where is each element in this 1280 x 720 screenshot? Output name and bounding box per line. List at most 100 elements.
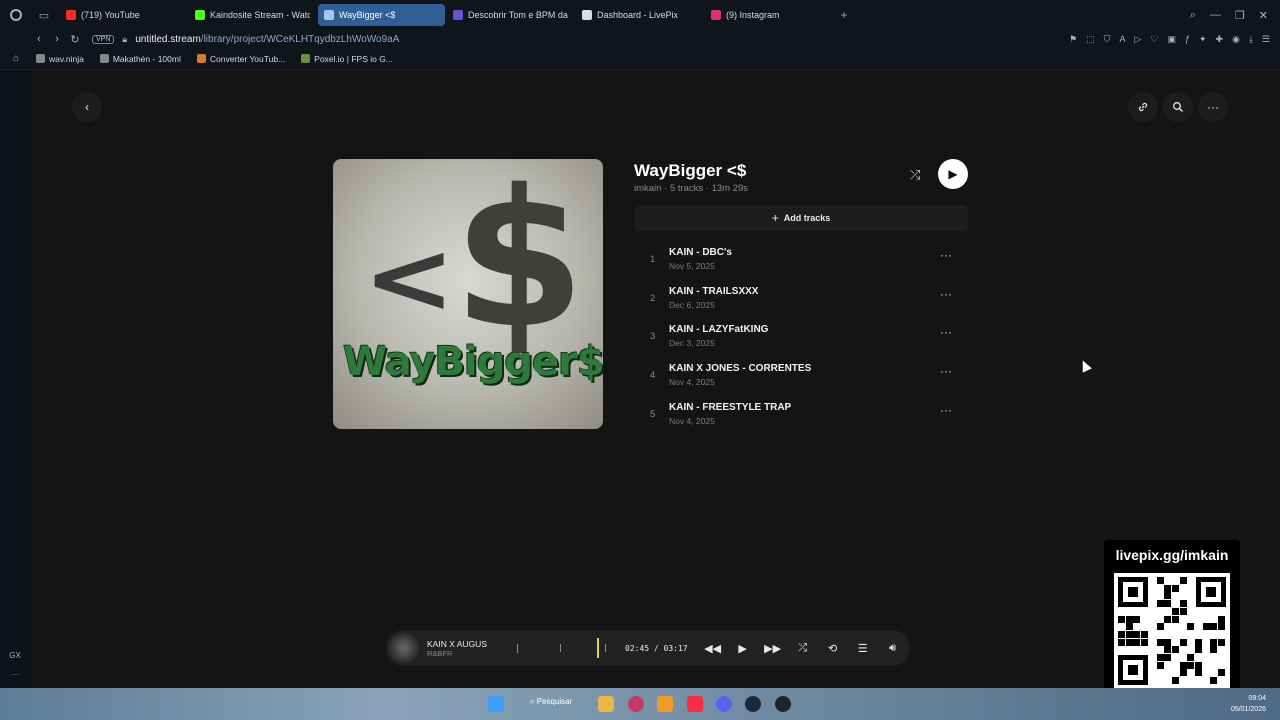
bookmark-item[interactable]: wav.ninja — [36, 54, 84, 64]
playhead[interactable] — [597, 638, 599, 658]
puzzle-icon[interactable]: ✚ — [1216, 34, 1224, 45]
fl-studio-icon[interactable] — [657, 696, 673, 712]
extension-f-icon[interactable]: ƒ — [1185, 34, 1190, 44]
player-bar: KAIN X AUGUS R&BFR 02:45 / 03:17 ◀◀ ▶ ▶▶… — [386, 630, 910, 666]
bookmarks-toggle-icon[interactable]: ⌂ — [0, 53, 32, 64]
file-explorer-icon[interactable] — [598, 696, 614, 712]
taskbar-clock[interactable]: 09:04 05/01/2026 — [1231, 693, 1266, 715]
track-row[interactable]: 3 KAIN - LAZYFatKING Dec 3, 2025 ··· — [634, 319, 968, 357]
copy-link-button[interactable] — [1128, 92, 1158, 122]
discord-icon[interactable] — [716, 696, 732, 712]
shuffle-player-button[interactable]: ⤮ — [792, 642, 814, 655]
qr-module — [1156, 623, 1164, 631]
track-more-button[interactable]: ··· — [940, 287, 952, 301]
qr-module — [1125, 638, 1133, 646]
queue-button[interactable]: ☰ — [852, 642, 874, 655]
clock-time: 09:04 — [1248, 695, 1266, 702]
qr-code-icon — [1114, 573, 1230, 689]
opera-gx-taskbar-icon[interactable] — [628, 696, 644, 712]
obs-icon[interactable] — [775, 696, 791, 712]
track-more-button[interactable]: ··· — [940, 364, 952, 378]
play-project-button[interactable]: ▶ — [938, 159, 968, 189]
steam-icon[interactable] — [745, 696, 761, 712]
profile-icon[interactable]: ◉ — [1232, 34, 1240, 45]
browser-tab[interactable]: (9) Instagram — [705, 4, 832, 26]
gx-corner-button[interactable]: GX — [0, 651, 30, 660]
repeat-button[interactable]: ⟲ — [822, 642, 844, 655]
bookmark-favicon-icon — [99, 54, 109, 63]
browser-tab[interactable]: WayBigger <$ — [318, 4, 445, 26]
track-name: KAIN - DBC's — [669, 247, 732, 258]
add-tracks-button[interactable]: + Add tracks — [634, 205, 968, 231]
tab-island-icon[interactable]: ▭ — [32, 0, 56, 30]
apple-music-icon[interactable] — [687, 696, 703, 712]
forward-nav-icon[interactable]: › — [48, 33, 66, 45]
bookmark-page-icon[interactable]: ⚑ — [1069, 34, 1077, 45]
track-row[interactable]: 5 KAIN - FREESTYLE TRAP Nov 4, 2025 ··· — [634, 397, 968, 435]
play-extension-icon[interactable]: ▷ — [1134, 34, 1141, 45]
qr-module — [1118, 638, 1125, 646]
qr-module — [1195, 669, 1202, 677]
reload-icon[interactable]: ↻ — [66, 33, 84, 46]
qr-module — [1164, 584, 1172, 592]
taskbar-search[interactable]: ⌕ Pesquisar — [530, 697, 572, 707]
extension-a-icon[interactable]: ▣ — [1167, 34, 1176, 45]
tab-search-icon[interactable]: ⌕ — [1190, 9, 1196, 22]
more-options-button[interactable]: ··· — [1198, 92, 1228, 122]
bookmark-item[interactable]: Makathén - 100ml — [99, 54, 181, 64]
search-button[interactable] — [1163, 92, 1193, 122]
track-date: Nov 4, 2025 — [669, 377, 715, 388]
back-button[interactable]: ‹ — [72, 92, 102, 122]
browser-tab[interactable]: Kaindosite Stream - Watc — [189, 4, 316, 26]
previous-button[interactable]: ◀◀ — [702, 642, 724, 655]
lock-icon[interactable]: 🔒︎ — [122, 34, 127, 45]
pin-icon[interactable]: ✦ — [1199, 34, 1207, 45]
back-nav-icon[interactable]: ‹ — [30, 33, 48, 45]
track-more-button[interactable]: ··· — [940, 248, 952, 262]
queue-icon: ☰ — [857, 642, 868, 655]
qr-module — [1156, 577, 1164, 584]
qr-module — [1171, 615, 1179, 623]
track-more-button[interactable]: ··· — [940, 403, 952, 417]
translate-icon[interactable]: A — [1119, 34, 1125, 44]
waveform-scrubber[interactable] — [497, 636, 615, 660]
windows-start-icon[interactable] — [488, 696, 504, 712]
track-date: Dec 3, 2025 — [669, 338, 715, 349]
address-bar: ‹ › ↻ VPN 🔒︎ untitled.stream/library/pro… — [0, 30, 1280, 48]
restore-icon[interactable]: ❐ — [1235, 9, 1245, 22]
vpn-badge[interactable]: VPN — [92, 34, 115, 44]
track-row[interactable]: 4 KAIN X JONES - CORRENTES Nov 4, 2025 ··· — [634, 358, 968, 396]
bookmark-item[interactable]: Poxel.io | FPS io G... — [301, 54, 393, 64]
play-button[interactable]: ▶ — [732, 642, 754, 655]
download-icon[interactable]: ⤓ — [1249, 34, 1253, 45]
snapshot-icon[interactable]: ⬚ — [1086, 34, 1095, 45]
qr-module — [1164, 600, 1172, 608]
opera-gx-logo-icon[interactable] — [0, 0, 32, 30]
shield-icon[interactable]: ⛉ — [1104, 34, 1111, 45]
shuffle-button[interactable]: ⤮ — [910, 167, 920, 183]
menu-icon[interactable]: ☰ — [1262, 34, 1270, 45]
track-more-button[interactable]: ··· — [940, 325, 952, 339]
next-button[interactable]: ▶▶ — [762, 642, 784, 655]
volume-button[interactable]: 🔊︎ — [882, 642, 904, 655]
now-playing-artwork[interactable] — [389, 633, 419, 663]
browser-tab[interactable]: Dashboard - LivePix — [576, 4, 703, 26]
qr-module — [1218, 623, 1226, 631]
close-icon[interactable]: ✕ — [1259, 9, 1268, 22]
stream-qr-overlay: livepix.gg/imkain — [1104, 540, 1240, 698]
browser-tab[interactable]: (719) YouTube — [60, 4, 187, 26]
track-row[interactable]: 2 KAIN - TRAILSXXX Dec 6, 2025 ··· — [634, 281, 968, 319]
more-horizontal-icon: ··· — [940, 402, 952, 417]
qr-module — [1156, 661, 1164, 669]
minimize-icon[interactable]: — — [1210, 9, 1221, 21]
heart-icon[interactable]: ♡ — [1150, 34, 1158, 45]
project-title: WayBigger <$ — [634, 161, 747, 180]
url-field[interactable]: untitled.stream/library/project/WCeKLHTq… — [135, 34, 399, 45]
bookmark-favicon-icon — [196, 54, 206, 63]
sidebar-more-button[interactable]: ··· — [0, 670, 30, 679]
bookmark-item[interactable]: Converter YouTub... — [196, 54, 285, 64]
url-path: /library/project/WCeKLHTqydbzLhWoWo9aA — [200, 33, 400, 45]
browser-tab[interactable]: Descobrir Tom e BPM da — [447, 4, 574, 26]
new-tab-button[interactable]: + — [834, 8, 854, 22]
track-row[interactable]: 1 KAIN - DBC's Nov 5, 2025 ··· — [634, 242, 968, 280]
